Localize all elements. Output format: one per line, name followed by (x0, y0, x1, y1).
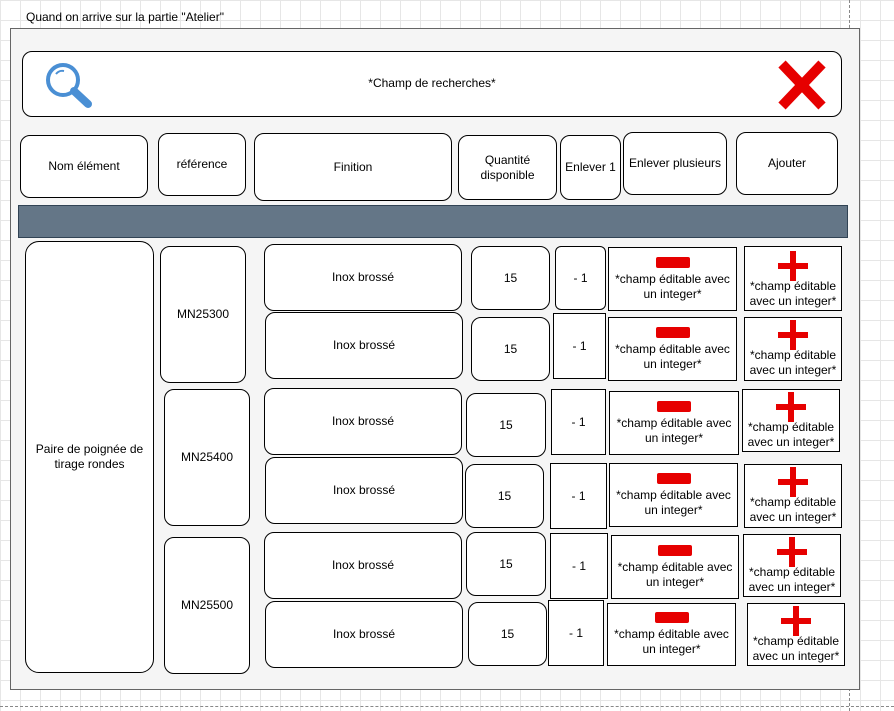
finish-cell: Inox brossé (265, 457, 463, 524)
plus-icon[interactable] (777, 536, 807, 567)
remove-one-button[interactable]: - 1 (550, 533, 608, 599)
add-field[interactable]: *champ éditable avec un integer* (743, 420, 839, 450)
remove-many-field[interactable]: *champ éditable avec un integer* (612, 560, 738, 590)
plus-icon[interactable] (778, 320, 808, 350)
add-control[interactable]: *champ éditable avec un integer* (744, 246, 842, 311)
add-control[interactable]: *champ éditable avec un integer* (743, 534, 841, 597)
add-field[interactable]: *champ éditable avec un integer* (745, 348, 841, 378)
header-add: Ajouter (736, 132, 838, 195)
plus-icon[interactable] (778, 250, 808, 281)
section-divider-bar (18, 205, 848, 238)
header-remove-many: Enlever plusieurs (623, 132, 727, 195)
item-name: Paire de poignée de tirage rondes (25, 241, 154, 673)
minus-icon[interactable] (655, 256, 690, 268)
plus-icon[interactable] (778, 467, 808, 497)
plus-icon[interactable] (776, 391, 806, 422)
header-reference: référence (158, 133, 246, 196)
add-field[interactable]: *champ éditable avec un integer* (748, 634, 844, 664)
add-control[interactable]: *champ éditable avec un integer* (742, 389, 840, 452)
qty-cell: 15 (466, 532, 546, 596)
qty-cell: 15 (468, 602, 547, 666)
qty-cell: 15 (465, 464, 544, 528)
remove-many-field[interactable]: *champ éditable avec un integer* (610, 416, 738, 446)
add-field[interactable]: *champ éditable avec un integer* (744, 565, 840, 595)
minus-icon[interactable] (657, 400, 691, 412)
remove-one-button[interactable]: - 1 (551, 389, 606, 455)
add-field[interactable]: *champ éditable avec un integer* (745, 279, 841, 309)
remove-many-field[interactable]: *champ éditable avec un integer* (609, 272, 736, 302)
finish-cell: Inox brossé (265, 601, 463, 668)
qty-cell: 15 (471, 246, 550, 310)
remove-many-control[interactable]: *champ éditable avec un integer* (609, 391, 739, 455)
remove-many-control[interactable]: *champ éditable avec un integer* (607, 603, 736, 666)
remove-many-control[interactable]: *champ éditable avec un integer* (611, 535, 739, 599)
remove-many-control[interactable]: *champ éditable avec un integer* (608, 247, 737, 311)
finish-cell: Inox brossé (264, 388, 462, 455)
finish-cell: Inox brossé (264, 244, 462, 311)
remove-many-field[interactable]: *champ éditable avec un integer* (608, 627, 735, 657)
remove-many-field[interactable]: *champ éditable avec un integer* (609, 342, 736, 372)
plus-icon[interactable] (781, 605, 811, 636)
add-control[interactable]: *champ éditable avec un integer* (744, 464, 842, 528)
remove-one-button[interactable]: - 1 (548, 600, 604, 666)
search-input[interactable]: *Champ de recherches* (22, 76, 842, 90)
remove-one-button[interactable]: - 1 (550, 463, 607, 529)
header-remove-one: Enlever 1 (560, 135, 621, 200)
add-control[interactable]: *champ éditable avec un integer* (747, 603, 845, 666)
reference-cell: MN25300 (160, 246, 246, 383)
remove-one-button[interactable]: - 1 (553, 313, 606, 379)
remove-many-control[interactable]: *champ éditable avec un integer* (609, 463, 738, 527)
add-field[interactable]: *champ éditable avec un integer* (745, 495, 841, 525)
add-control[interactable]: *champ éditable avec un integer* (744, 317, 842, 381)
minus-icon[interactable] (656, 472, 691, 484)
minus-icon[interactable] (654, 612, 689, 623)
page-guide-horizontal (0, 706, 894, 707)
close-icon[interactable] (774, 58, 830, 112)
header-finish: Finition (254, 133, 452, 201)
qty-cell: 15 (471, 317, 550, 381)
finish-cell: Inox brossé (265, 312, 463, 379)
reference-cell: MN25500 (164, 537, 250, 674)
minus-icon[interactable] (655, 326, 690, 338)
finish-cell: Inox brossé (264, 532, 462, 599)
header-qty-available: Quantité disponible (458, 135, 557, 200)
remove-one-button[interactable]: - 1 (555, 246, 606, 310)
page-caption: Quand on arrive sur la partie "Atelier" (26, 10, 224, 24)
remove-many-field[interactable]: *champ éditable avec un integer* (610, 488, 737, 518)
header-name: Nom élément (20, 135, 148, 198)
minus-icon[interactable] (658, 544, 692, 556)
reference-cell: MN25400 (164, 389, 250, 526)
remove-many-control[interactable]: *champ éditable avec un integer* (608, 317, 737, 381)
qty-cell: 15 (466, 393, 546, 457)
